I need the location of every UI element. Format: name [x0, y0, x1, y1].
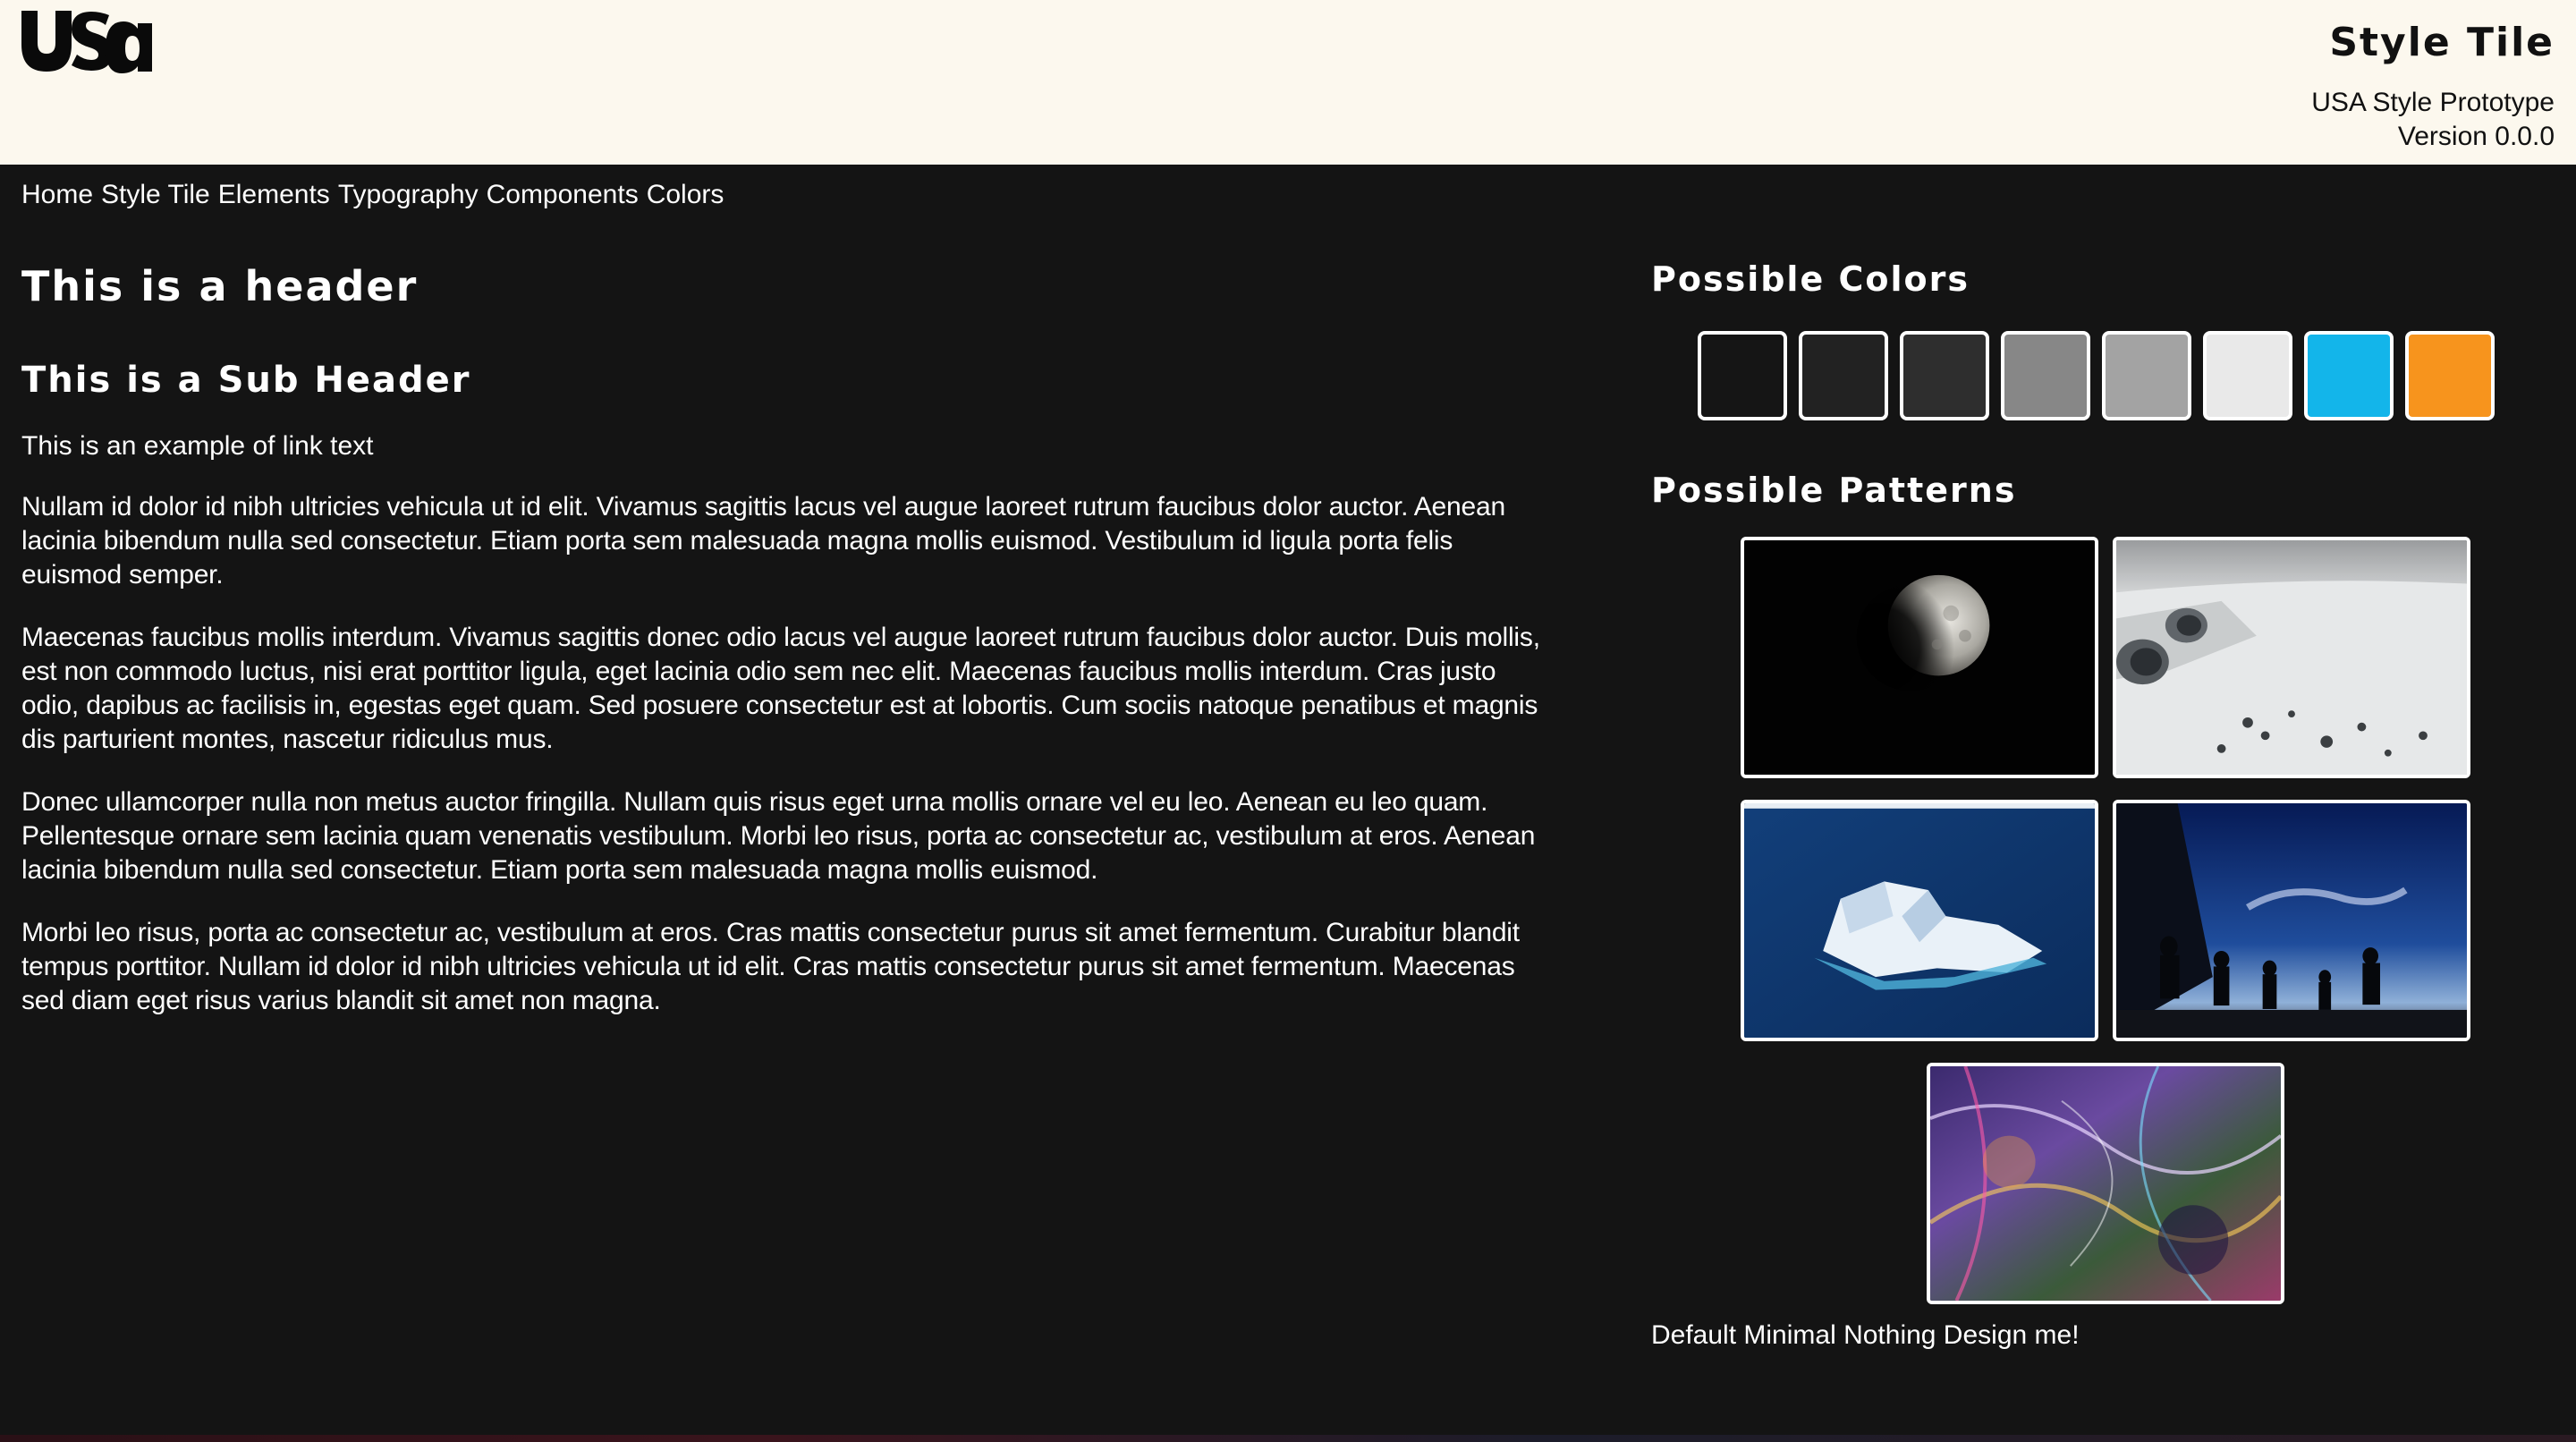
pattern-moon-eclipse — [1741, 537, 2098, 778]
nav-item-elements[interactable]: Elements — [218, 180, 330, 209]
style-sidebar: Possible Colors Possible Patterns Defaul… — [1651, 254, 2555, 1379]
color-swatch — [2203, 331, 2292, 420]
paragraph-4: Morbi leo risus, porta ac consectetur ac… — [21, 918, 1520, 1015]
color-swatch — [2102, 331, 2191, 420]
example-link[interactable]: This is an example of link text — [21, 429, 1551, 463]
page-sub-header: This is a Sub Header — [21, 360, 471, 401]
nav-item-components[interactable]: Components — [487, 180, 639, 209]
nav-item-colors[interactable]: Colors — [647, 180, 724, 209]
site-title: Style Tile — [2329, 20, 2555, 65]
header-info: Style Tile USA Style Prototype Version 0… — [2311, 18, 2555, 154]
color-swatch — [1799, 331, 1888, 420]
pattern-silhouettes-night-sky — [2113, 800, 2470, 1041]
color-swatch — [2405, 331, 2495, 420]
main-nav: Home Style Tile Elements Typography Componen… — [21, 177, 732, 213]
color-swatch — [2001, 331, 2090, 420]
pattern-aircraft-over-snow — [2113, 537, 2470, 778]
pattern-grid — [1651, 515, 2555, 1319]
paragraph-2: Maecenas faucibus mollis interdum. Vivam… — [21, 623, 1540, 754]
nav-item-home[interactable]: Home — [21, 180, 93, 209]
usa-logo[interactable] — [20, 9, 154, 75]
nav-item-style-tile[interactable]: Style Tile — [101, 180, 210, 209]
site-version: Version 0.0.0 — [2397, 122, 2555, 151]
sidebar-footer-text: Default Minimal Nothing Design me! — [1651, 1320, 2080, 1350]
site-header: Style Tile USA Style Prototype Version 0… — [0, 0, 2576, 165]
paragraph-1: Nullam id dolor id nibh ultricies vehicu… — [21, 492, 1505, 590]
nav-item-typography[interactable]: Typography — [338, 180, 479, 209]
color-swatch — [1698, 331, 1787, 420]
pattern-iceberg — [1741, 800, 2098, 1041]
site-subtitle: USA Style Prototype — [2311, 88, 2555, 117]
patterns-title: Possible Patterns — [1651, 471, 2017, 510]
paragraph-3: Donec ullamcorper nulla non metus auctor… — [21, 787, 1536, 885]
page-header: This is a header — [21, 262, 419, 310]
pattern-abstract-colors — [1927, 1063, 2284, 1304]
main-content: This is a header This is a Sub Header Th… — [21, 259, 1551, 1047]
color-swatches — [1698, 331, 2555, 420]
color-swatch — [1900, 331, 1989, 420]
color-swatch — [2304, 331, 2394, 420]
bottom-strip — [0, 1435, 2576, 1442]
colors-title: Possible Colors — [1651, 259, 1970, 299]
